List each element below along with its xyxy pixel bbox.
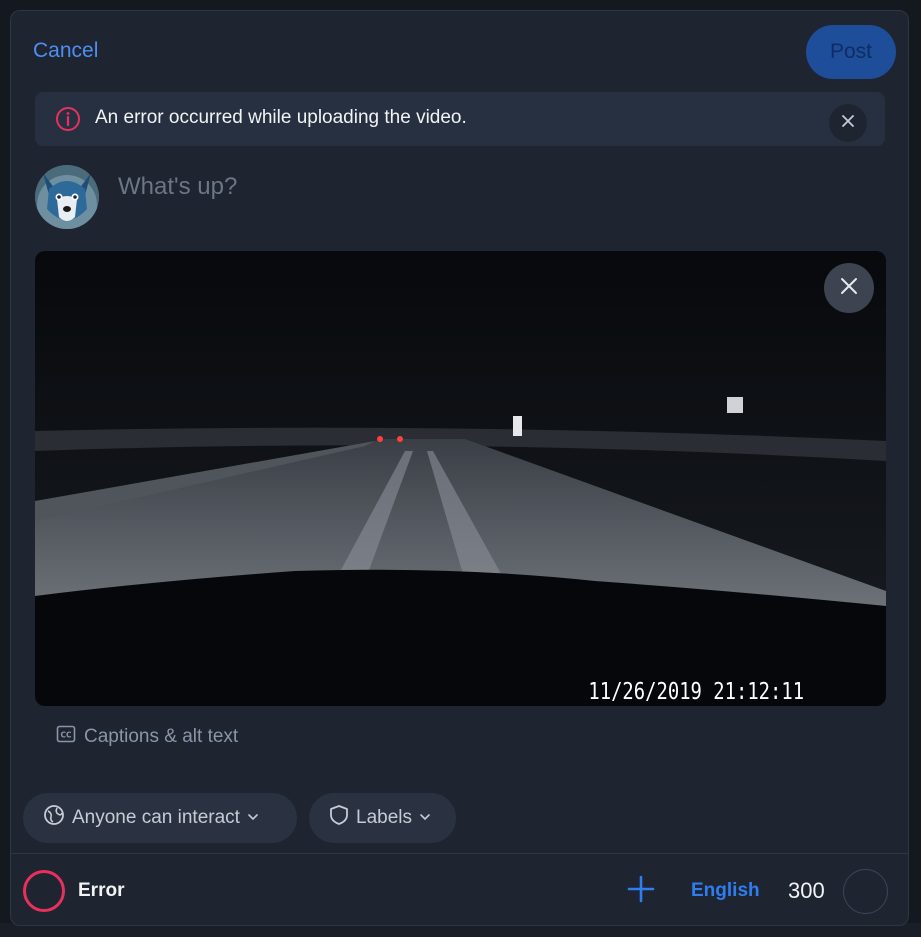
character-count: 300	[788, 878, 825, 903]
close-icon	[840, 277, 858, 300]
post-button[interactable]: Post	[806, 25, 896, 79]
interaction-label: Anyone can interact	[72, 807, 240, 828]
labels-label: Labels	[356, 807, 412, 828]
upload-error-banner: An error occurred while uploading the vi…	[35, 92, 885, 146]
shield-icon	[329, 804, 349, 832]
video-timestamp: 11/26/2019 21:12:11	[588, 679, 804, 705]
captions-alt-text-button[interactable]: CC Captions & alt text	[56, 724, 238, 750]
character-count-ring	[843, 869, 888, 914]
remove-video-button[interactable]	[824, 263, 874, 313]
compose-post-dialog: Cancel Post An error occurred while uplo…	[10, 10, 909, 926]
footer-divider	[11, 853, 908, 854]
add-post-button[interactable]	[623, 873, 659, 909]
captions-label: Captions & alt text	[84, 726, 239, 747]
cc-icon: CC	[56, 724, 76, 750]
wolf-avatar-image	[35, 165, 99, 229]
upload-status-text: Error	[78, 880, 125, 901]
user-avatar[interactable]	[35, 165, 99, 229]
svg-text:CC: CC	[61, 731, 73, 740]
chevron-down-icon	[247, 807, 259, 829]
error-message: An error occurred while uploading the vi…	[95, 107, 467, 128]
globe-icon	[43, 804, 65, 832]
interaction-settings-button[interactable]: Anyone can interact	[23, 793, 297, 843]
upload-status-ring	[23, 870, 65, 912]
language-selector[interactable]: English	[691, 880, 760, 902]
post-text-input[interactable]	[118, 167, 818, 207]
cancel-button[interactable]: Cancel	[33, 39, 98, 63]
close-icon	[841, 114, 855, 133]
video-preview: 11/26/2019 21:12:11	[35, 251, 886, 706]
info-icon	[55, 106, 81, 132]
dismiss-error-button[interactable]	[829, 104, 867, 142]
plus-icon	[627, 875, 655, 908]
dashcam-video-frame	[35, 251, 886, 706]
labels-button[interactable]: Labels	[309, 793, 456, 843]
chevron-down-icon	[419, 807, 431, 829]
